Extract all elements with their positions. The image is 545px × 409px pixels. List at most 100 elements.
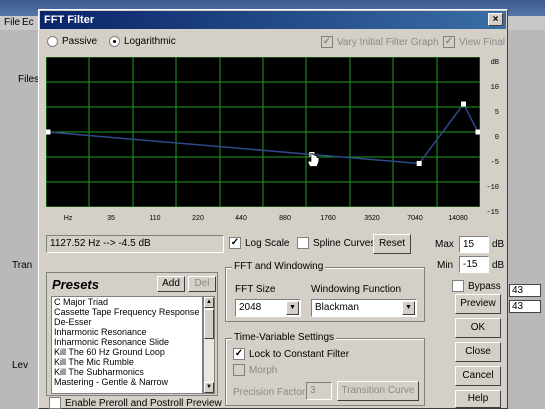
help-button[interactable]: Help bbox=[455, 390, 501, 408]
y-tick-label: 5 bbox=[494, 109, 499, 117]
control-point-handle[interactable] bbox=[46, 129, 51, 135]
add-preset-button[interactable]: Add bbox=[157, 276, 185, 292]
log-scale-label: Log Scale bbox=[245, 237, 290, 249]
chevron-down-icon[interactable]: ▼ bbox=[286, 301, 299, 315]
checkbox-box: ✓ bbox=[443, 36, 455, 48]
view-final-checkbox[interactable]: ✓ View Final bbox=[443, 36, 505, 48]
close-icon[interactable]: × bbox=[488, 13, 503, 26]
checkbox-box bbox=[297, 237, 309, 249]
presets-panel: Presets Add Del C Major Triad Cassette T… bbox=[46, 272, 218, 396]
min-label: Min bbox=[437, 260, 454, 271]
y-tick-label: -5 bbox=[490, 159, 499, 167]
windowing-function-select[interactable]: Blackman ▼ bbox=[311, 299, 417, 317]
list-item[interactable]: Inharmonic Resonance Slide bbox=[52, 337, 202, 347]
checkbox-box: ✓ bbox=[321, 36, 333, 48]
background-left-panel: Files Tran Lev bbox=[0, 30, 40, 409]
time-variable-title: Time-Variable Settings bbox=[232, 332, 337, 343]
enable-preroll-checkbox[interactable]: Enable Preroll and Postroll Preview bbox=[49, 397, 222, 409]
windowing-function-label: Windowing Function bbox=[311, 284, 402, 295]
control-point-handle[interactable] bbox=[475, 129, 481, 135]
y-tick-label: -10 bbox=[486, 184, 499, 192]
x-tick-label: 3520 bbox=[364, 215, 380, 222]
lock-constant-filter-label: Lock to Constant Filter bbox=[249, 348, 350, 360]
vary-initial-filter-checkbox[interactable]: ✓ Vary Initial Filter Graph bbox=[321, 36, 439, 48]
list-item[interactable]: Inharmonic Resonance bbox=[52, 327, 202, 337]
preset-scrollbar[interactable]: ▲ ▼ bbox=[203, 296, 215, 394]
background-value-box: 43 bbox=[509, 300, 541, 313]
list-item[interactable]: Cassette Tape Frequency Response bbox=[52, 307, 202, 317]
presets-title: Presets bbox=[52, 277, 99, 292]
delete-preset-button[interactable]: Del bbox=[188, 276, 216, 292]
control-point-handle[interactable] bbox=[416, 161, 422, 166]
min-db-input[interactable]: -15 bbox=[459, 256, 489, 273]
list-item[interactable]: Kill The Subharmonics bbox=[52, 367, 202, 377]
fft-size-value: 2048 bbox=[239, 302, 262, 313]
passive-label: Passive bbox=[62, 36, 98, 47]
y-tick-label: 0 bbox=[494, 134, 499, 142]
close-button[interactable]: Close bbox=[455, 342, 501, 362]
vary-initial-filter-label: Vary Initial Filter Graph bbox=[337, 36, 439, 48]
x-tick-label: Hz bbox=[64, 215, 73, 222]
fft-filter-dialog: FFT Filter × Passive Logarithmic ✓ Vary … bbox=[38, 9, 508, 409]
x-tick-label: 35 bbox=[107, 215, 115, 222]
x-tick-label: 440 bbox=[235, 215, 247, 222]
scroll-thumb[interactable] bbox=[204, 309, 214, 339]
background-file-menu[interactable]: File bbox=[4, 17, 20, 28]
y-tick-label: dB bbox=[490, 59, 499, 67]
dialog-title: FFT Filter bbox=[44, 14, 95, 26]
ok-button[interactable]: OK bbox=[455, 318, 501, 338]
windowing-function-value: Blackman bbox=[315, 302, 359, 313]
cancel-button[interactable]: Cancel bbox=[455, 366, 501, 386]
list-item[interactable]: De-Esser bbox=[52, 317, 202, 327]
filter-graph[interactable]: Hz 35 110 220 440 880 1760 3520 7040 14080 bbox=[46, 57, 480, 225]
list-item[interactable]: Kill The Mic Rumble bbox=[52, 357, 202, 367]
max-label: Max bbox=[435, 239, 454, 250]
background-edit-menu[interactable]: Ec bbox=[22, 17, 34, 28]
view-final-label: View Final bbox=[459, 36, 505, 48]
x-tick-label: 110 bbox=[149, 215, 160, 222]
scroll-down-icon[interactable]: ▼ bbox=[204, 382, 214, 393]
lock-constant-filter-checkbox[interactable]: ✓ Lock to Constant Filter bbox=[233, 348, 349, 360]
bypass-checkbox[interactable]: Bypass bbox=[452, 280, 501, 292]
spline-curves-checkbox[interactable]: Spline Curves bbox=[297, 237, 375, 249]
radio-indicator bbox=[109, 36, 120, 47]
x-tick-label: 1760 bbox=[320, 215, 336, 222]
fft-size-select[interactable]: 2048 ▼ bbox=[235, 299, 301, 317]
min-unit: dB bbox=[492, 260, 505, 271]
log-scale-checkbox[interactable]: ✓ Log Scale bbox=[229, 237, 289, 249]
background-files-label: Files bbox=[18, 74, 40, 85]
list-item[interactable]: Mastering - Gentle & Narrow bbox=[52, 377, 202, 387]
list-item[interactable]: C Major Triad bbox=[52, 297, 202, 307]
morph-label: Morph bbox=[249, 364, 278, 376]
y-tick-label: -15 bbox=[486, 209, 499, 217]
chevron-down-icon[interactable]: ▼ bbox=[402, 301, 415, 315]
max-db-input[interactable]: 15 bbox=[459, 236, 489, 253]
spline-curves-label: Spline Curves bbox=[313, 237, 376, 249]
y-tick-label: 10 bbox=[490, 84, 499, 92]
checkbox-box: ✓ bbox=[233, 348, 245, 360]
control-point-handle[interactable] bbox=[461, 101, 466, 107]
reset-button[interactable]: Reset bbox=[373, 234, 411, 254]
morph-checkbox[interactable]: Morph bbox=[233, 364, 277, 376]
preset-list[interactable]: C Major Triad Cassette Tape Frequency Re… bbox=[51, 296, 203, 394]
transition-curve-button[interactable]: Transition Curve bbox=[337, 381, 419, 401]
radio-indicator bbox=[47, 36, 58, 47]
precision-factor-input[interactable]: 3 bbox=[306, 382, 332, 400]
x-tick-label: 7040 bbox=[407, 215, 423, 222]
scroll-up-icon[interactable]: ▲ bbox=[204, 297, 214, 308]
list-item[interactable]: Kill The 60 Hz Ground Loop bbox=[52, 347, 202, 357]
fft-windowing-title: FFT and Windowing bbox=[232, 261, 326, 272]
logarithmic-radio[interactable]: Logarithmic bbox=[109, 36, 176, 47]
dialog-title-bar[interactable]: FFT Filter × bbox=[40, 11, 506, 29]
preview-button[interactable]: Preview bbox=[455, 294, 501, 314]
checkbox-box bbox=[233, 364, 245, 376]
passive-radio[interactable]: Passive bbox=[47, 36, 97, 47]
checkbox-box: ✓ bbox=[229, 237, 241, 249]
precision-factor-label: Precision Factor bbox=[233, 387, 306, 398]
x-tick-label: 14080 bbox=[448, 215, 468, 222]
y-axis-scale: dB 10 5 0 -5 -10 -15 bbox=[482, 57, 500, 225]
fft-size-label: FFT Size bbox=[235, 284, 276, 295]
background-right-panel: 43 43 bbox=[503, 30, 545, 409]
max-unit: dB bbox=[492, 239, 505, 250]
x-tick-label: 880 bbox=[279, 215, 291, 222]
